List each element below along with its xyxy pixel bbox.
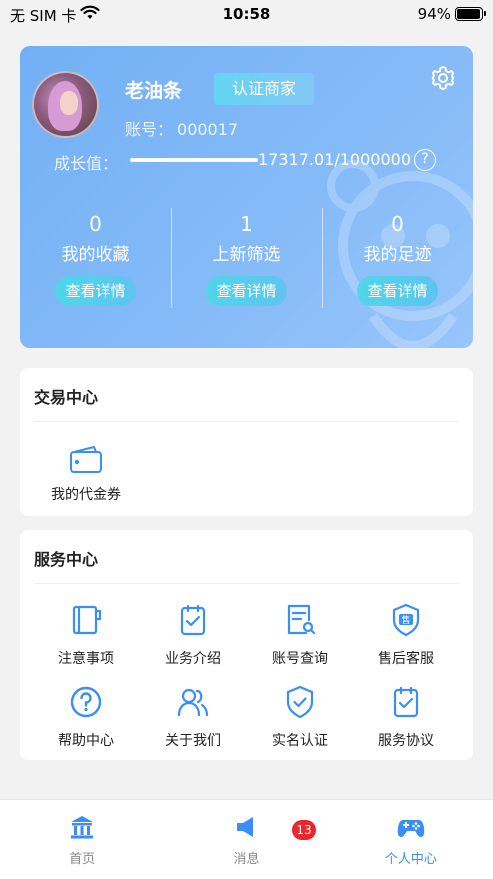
account-number: 账号： 000017 [125,120,239,139]
clipboard-check-icon [180,604,206,636]
agreement-icon [393,686,419,718]
divider [34,421,459,422]
tab-home[interactable]: 首页 [0,800,164,879]
users-icon [177,688,209,717]
gamepad-icon [397,820,425,837]
shield-badge-icon: 售 [392,603,420,637]
item-label: 关于我们 [165,733,221,749]
stat-footprints: 0 我的足迹 查看详情 [322,208,473,308]
favorites-detail-button[interactable]: 查看详情 [55,276,136,306]
help-center-item[interactable]: 帮助中心 [31,684,141,750]
stat-count: 0 [391,212,404,236]
profile-stats: 0 我的收藏 查看详情 1 上新筛选 查看详情 0 我的足迹 查看详情 [20,208,473,308]
shield-check-icon [286,685,314,719]
section-title: 交易中心 [34,388,99,407]
real-name-auth-item[interactable]: 实名认证 [245,684,355,750]
stat-count: 0 [89,212,102,236]
trade-center-section: 交易中心 我的代金券 [20,368,473,516]
divider [34,583,459,584]
section-title: 服务中心 [34,550,99,569]
stat-label: 我的足迹 [363,245,432,265]
after-sales-item[interactable]: 售 售后客服 [351,602,461,668]
item-label: 我的代金券 [51,487,121,503]
service-agreement-item[interactable]: 服务协议 [351,684,461,750]
stat-label: 上新筛选 [212,245,281,265]
growth-progress-bar [130,158,258,162]
item-label: 业务介绍 [165,651,221,667]
growth-help-icon[interactable]: ? [414,149,436,171]
new-filter-detail-button[interactable]: 查看详情 [206,276,287,306]
bottom-tab-bar: 首页 13 消息 个人中心 [0,799,493,879]
item-label: 售后客服 [378,651,434,667]
tab-messages[interactable]: 13 消息 [164,800,328,879]
settings-gear-icon[interactable] [429,64,457,92]
notebook-icon [72,605,102,635]
wallet-icon [70,446,102,473]
account-lookup-item[interactable]: 账号查询 [245,602,355,668]
unread-count-badge: 13 [292,820,316,840]
item-label: 实名认证 [272,733,328,749]
question-circle-icon [70,686,102,718]
growth-label: 成长值： [54,154,119,173]
megaphone-icon [237,817,254,837]
business-intro-item[interactable]: 业务介绍 [138,602,248,668]
document-search-icon [287,604,316,635]
home-icon [71,816,94,839]
stat-count: 1 [240,212,253,236]
about-us-item[interactable]: 关于我们 [138,684,248,750]
item-label: 帮助中心 [58,733,114,749]
item-label: 账号查询 [272,651,328,667]
status-bar: 无 SIM 卡 10:58 94% [0,0,493,30]
tab-label: 个人中心 [384,852,437,867]
stat-favorites: 0 我的收藏 查看详情 [20,208,171,308]
growth-value: 17317.01/1000000 [258,150,411,169]
svg-text:售: 售 [401,614,410,626]
avatar[interactable] [32,71,99,138]
vouchers-item[interactable]: 我的代金券 [34,442,138,504]
item-label: 注意事项 [58,651,114,667]
certified-merchant-badge[interactable]: 认证商家 [214,73,314,105]
battery-icon [455,7,486,21]
tab-profile[interactable]: 个人中心 [329,800,493,879]
nickname: 老油条 [125,80,183,102]
item-label: 服务协议 [378,733,434,749]
stat-new-filter: 1 上新筛选 查看详情 [171,208,322,308]
tab-label: 首页 [69,852,96,867]
notes-item[interactable]: 注意事项 [31,602,141,668]
battery-percent: 94% [417,5,451,23]
profile-card: 老油条 认证商家 账号： 000017 成长值： 17317.01/1000000… [20,46,473,348]
service-center-section: 服务中心 注意事项 业务介绍 账号查询 售 售后客服 帮助中心 关于我们 实名认… [20,530,473,760]
footprints-detail-button[interactable]: 查看详情 [357,276,438,306]
stat-label: 我的收藏 [61,245,130,265]
tab-label: 消息 [233,852,260,867]
